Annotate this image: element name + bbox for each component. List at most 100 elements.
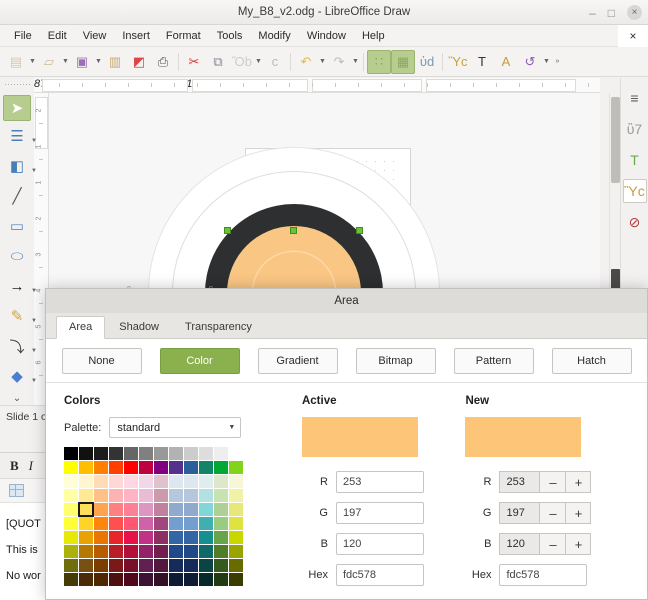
- color-swatch[interactable]: [169, 503, 183, 516]
- undo-icon[interactable]: ↶: [294, 50, 318, 74]
- color-swatch[interactable]: [79, 461, 93, 474]
- color-swatch[interactable]: [124, 475, 138, 488]
- basic-shapes-tool[interactable]: ◆ ▼: [2, 361, 32, 391]
- color-swatch[interactable]: [109, 573, 123, 586]
- rectangle-tool[interactable]: ▭: [2, 211, 32, 241]
- color-swatch[interactable]: [64, 447, 78, 460]
- color-swatch[interactable]: [109, 503, 123, 516]
- color-swatch[interactable]: [94, 447, 108, 460]
- color-swatch[interactable]: [124, 517, 138, 530]
- selection-handle[interactable]: [356, 227, 363, 234]
- navigator-icon[interactable]: ⊘: [623, 210, 647, 234]
- tab-area[interactable]: Area: [56, 316, 105, 339]
- menu-item-insert[interactable]: Insert: [114, 28, 158, 44]
- line-color-tool[interactable]: ☰ ▼: [2, 121, 32, 151]
- color-swatch[interactable]: [139, 489, 153, 502]
- color-swatch[interactable]: [79, 573, 93, 586]
- curves-and-polygons-tool[interactable]: ✎ ▼: [2, 301, 32, 331]
- color-swatch[interactable]: [199, 531, 213, 544]
- new-b-input[interactable]: 120: [499, 533, 539, 555]
- color-swatch[interactable]: [199, 559, 213, 572]
- color-swatch[interactable]: [79, 489, 93, 502]
- close-document-button[interactable]: ×: [618, 25, 648, 47]
- dropdown-arrow-icon[interactable]: ▼: [31, 318, 37, 324]
- dropdown-arrow-icon[interactable]: ▼: [31, 168, 37, 174]
- paste-icon[interactable]: Ὄb: [230, 50, 254, 74]
- color-swatch[interactable]: [184, 531, 198, 544]
- select-tool[interactable]: ➤: [3, 95, 31, 121]
- color-swatch[interactable]: [214, 517, 228, 530]
- color-swatch[interactable]: [64, 517, 78, 530]
- color-swatch[interactable]: [169, 447, 183, 460]
- color-swatch[interactable]: [109, 489, 123, 502]
- dropdown-arrow-icon[interactable]: ▼: [31, 378, 37, 384]
- color-swatch[interactable]: [184, 545, 198, 558]
- color-swatch[interactable]: [94, 531, 108, 544]
- close-button[interactable]: ×: [627, 5, 642, 20]
- color-swatch[interactable]: [154, 545, 168, 558]
- color-swatch[interactable]: [109, 447, 123, 460]
- color-swatch[interactable]: [109, 517, 123, 530]
- color-swatch[interactable]: [154, 517, 168, 530]
- color-swatch[interactable]: [169, 545, 183, 558]
- color-swatch[interactable]: [199, 503, 213, 516]
- bold-button[interactable]: B: [10, 458, 19, 474]
- color-swatch[interactable]: [229, 447, 243, 460]
- new-hex-input[interactable]: fdc578: [499, 564, 587, 586]
- color-swatch[interactable]: [169, 489, 183, 502]
- menu-item-view[interactable]: View: [75, 28, 115, 44]
- selection-handle[interactable]: [290, 227, 297, 234]
- color-swatch[interactable]: [139, 559, 153, 572]
- dropdown-arrow-icon[interactable]: ▼: [318, 58, 327, 65]
- color-swatch[interactable]: [184, 461, 198, 474]
- clone-formatting-icon[interactable]: ὘c: [263, 50, 287, 74]
- color-swatch[interactable]: [64, 461, 78, 474]
- connectors-tool[interactable]: ⤵ ▼: [2, 331, 32, 361]
- menu-item-modify[interactable]: Modify: [250, 28, 298, 44]
- color-swatch[interactable]: [199, 475, 213, 488]
- save-icon[interactable]: ▣: [70, 50, 94, 74]
- minimize-button[interactable]: –: [589, 7, 596, 19]
- color-swatch[interactable]: [94, 461, 108, 474]
- color-swatch[interactable]: [79, 545, 93, 558]
- color-swatch[interactable]: [199, 461, 213, 474]
- new-r-increment-button[interactable]: +: [565, 471, 591, 493]
- menu-item-format[interactable]: Format: [158, 28, 209, 44]
- color-swatch[interactable]: [169, 573, 183, 586]
- color-swatch[interactable]: [184, 447, 198, 460]
- active-hex-input[interactable]: fdc578: [336, 564, 424, 586]
- new-doc-icon[interactable]: ▤: [4, 50, 28, 74]
- insert-callout-icon[interactable]: A: [494, 50, 518, 74]
- color-swatch[interactable]: [109, 461, 123, 474]
- color-swatch[interactable]: [154, 461, 168, 474]
- color-swatch[interactable]: [124, 447, 138, 460]
- color-swatch[interactable]: [169, 517, 183, 530]
- color-swatch[interactable]: [214, 573, 228, 586]
- drawing-toolbar-more-button[interactable]: ⌄: [13, 393, 21, 404]
- color-swatch[interactable]: [229, 461, 243, 474]
- color-swatch[interactable]: [214, 503, 228, 516]
- color-swatch[interactable]: [169, 461, 183, 474]
- menu-item-file[interactable]: File: [6, 28, 40, 44]
- dropdown-arrow-icon[interactable]: ▼: [31, 288, 37, 294]
- menu-item-window[interactable]: Window: [299, 28, 354, 44]
- selection-handle[interactable]: [224, 227, 231, 234]
- new-r-stepper[interactable]: 253– +: [499, 471, 591, 493]
- gallery-icon[interactable]: Ὓc: [623, 179, 647, 203]
- menu-item-edit[interactable]: Edit: [40, 28, 75, 44]
- dropdown-arrow-icon[interactable]: ▼: [542, 58, 551, 65]
- dropdown-arrow-icon[interactable]: ▼: [61, 58, 70, 65]
- color-swatch[interactable]: [139, 531, 153, 544]
- color-swatch[interactable]: [154, 489, 168, 502]
- new-g-decrement-button[interactable]: –: [539, 502, 565, 524]
- color-swatch[interactable]: [94, 573, 108, 586]
- menu-item-tools[interactable]: Tools: [209, 28, 251, 44]
- export-directly-pdf-icon[interactable]: ◩: [127, 50, 151, 74]
- color-palette-grid[interactable]: [64, 447, 302, 586]
- color-swatch[interactable]: [169, 475, 183, 488]
- dropdown-arrow-icon[interactable]: ▼: [31, 138, 37, 144]
- dropdown-arrow-icon[interactable]: ▼: [94, 58, 103, 65]
- fill-type-pattern-button[interactable]: Pattern: [454, 348, 534, 374]
- color-swatch[interactable]: [199, 517, 213, 530]
- color-swatch[interactable]: [169, 531, 183, 544]
